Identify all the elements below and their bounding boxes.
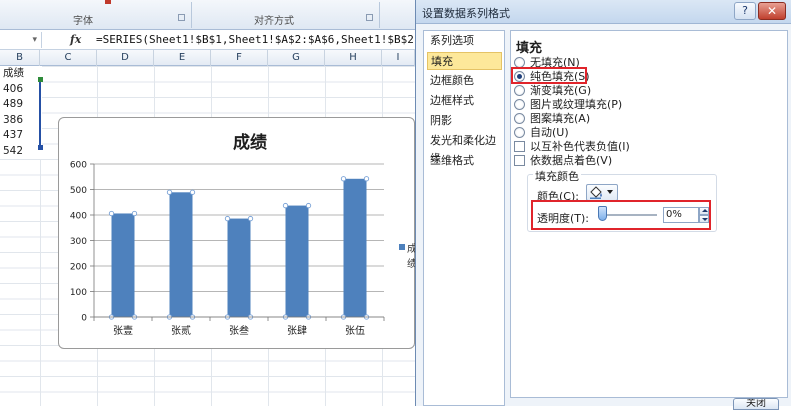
paint-bucket-icon [590,186,602,199]
radio-gradient-fill[interactable] [514,84,525,96]
close-dialog-button[interactable]: 关闭 [733,398,779,410]
y-tick-label: 300 [70,237,87,247]
column-header[interactable]: G [268,50,325,66]
column-header[interactable]: B [0,50,40,66]
column-header[interactable]: D [97,50,154,66]
nav-item-glow-soft-edges[interactable]: 发光和柔化边缘 [427,132,502,165]
chart-title[interactable]: 成绩 [190,128,310,153]
y-tick-label: 500 [70,186,87,196]
bar-selection-handle[interactable] [131,210,138,217]
x-tick-label: 张伍 [345,325,365,337]
alignment-group-label: 对齐方式 [254,16,294,27]
dialog-title: 设置数据系列格式 [422,7,510,20]
bar-selection-handle[interactable] [108,210,115,217]
y-tick-label: 200 [70,263,87,273]
dialog-titlebar[interactable]: 设置数据系列格式 ? ✕ [416,0,791,24]
column-header[interactable]: H [325,50,382,66]
x-tick-label: 张贰 [171,324,191,337]
dialog-nav-list: 系列选项 填充 边框颜色 边框样式 阴影 发光和柔化边缘 三维格式 [423,30,505,406]
option-gradient-fill[interactable]: 渐变填充(G) [514,83,591,97]
nav-item-fill[interactable]: 填充 [427,52,502,70]
x-axis: 张壹 张贰 张叁 张肆 张伍 [93,316,385,337]
legend-swatch[interactable] [399,244,405,250]
bar-selection-handle[interactable] [305,202,312,209]
insert-function-icon[interactable]: fx [70,32,81,48]
option-picture-fill[interactable]: 图片或纹理填充(P) [514,97,622,111]
option-automatic[interactable]: 自动(U) [514,125,569,139]
bar-selection-handle[interactable] [282,202,289,209]
radio-automatic[interactable] [514,126,525,138]
ribbon-color-mark [105,0,111,4]
bar-selection-handle[interactable] [363,176,370,182]
y-tick-label: 0 [81,314,87,324]
radio-no-fill[interactable] [514,56,525,68]
x-tick-label: 张肆 [287,325,307,337]
formula-bar: ▾ fx =SERIES(Sheet1!$B$1,Sheet1!$A$2:$A$… [0,30,415,50]
help-button[interactable]: ? [734,2,756,20]
series-range-highlight [0,80,41,148]
column-headers: B C D E F G H I [0,50,415,66]
bar-selection-handle[interactable] [247,215,254,222]
radio-pattern-fill[interactable] [514,112,525,124]
y-tick-label: 400 [70,212,87,222]
checkbox-vary-colors[interactable] [514,154,525,166]
font-group-label: 字体 [73,16,93,27]
alignment-group-launcher-icon[interactable] [366,14,373,21]
bar[interactable] [169,192,193,317]
column-header[interactable]: I [382,50,415,66]
bar[interactable] [111,213,135,317]
fill-color-legend: 填充颜色 [533,168,581,184]
y-tick-label: 600 [70,161,87,171]
bars[interactable] [108,176,370,320]
checkbox-invert-negative[interactable] [514,140,525,152]
ribbon-separator [191,2,192,28]
solid-fill-highlight [511,67,587,84]
chevron-down-icon[interactable] [607,190,613,194]
font-group-launcher-icon[interactable] [178,14,185,21]
formula-input[interactable]: =SERIES(Sheet1!$B$1,Sheet1!$A$2:$A$6,She… [96,32,414,48]
nav-item-shadow[interactable]: 阴影 [427,112,502,130]
bar-selection-handle[interactable] [224,215,231,222]
bar-selection-handle[interactable] [166,189,173,195]
column-header[interactable]: E [154,50,211,66]
column-header[interactable]: F [211,50,268,66]
legend-text[interactable]: 成绩 [407,240,415,270]
range-handle-bottom[interactable] [38,145,43,150]
bar[interactable] [343,178,367,317]
nav-item-3d-format[interactable]: 三维格式 [427,152,502,170]
ribbon-separator [379,2,380,28]
radio-picture-fill[interactable] [514,98,525,110]
close-icon[interactable]: ✕ [758,2,786,20]
x-tick-label: 张壹 [113,324,133,337]
option-invert-negative[interactable]: 以互补色代表负值(I) [514,139,630,153]
range-handle-top[interactable] [38,77,43,82]
nav-item-border-color[interactable]: 边框颜色 [427,72,502,90]
transparency-highlight [531,200,711,230]
option-label: 依数据点着色(V) [530,154,613,167]
bar-selection-handle[interactable] [340,176,347,182]
nav-item-border-style[interactable]: 边框样式 [427,92,502,110]
nav-item-series-options[interactable]: 系列选项 [427,32,502,50]
bar[interactable] [227,218,251,317]
name-box-dropdown-icon[interactable]: ▾ [0,32,42,48]
bar[interactable] [285,205,309,317]
option-pattern-fill[interactable]: 图案填充(A) [514,111,590,125]
y-tick-label: 100 [70,288,87,298]
column-header[interactable]: C [40,50,97,66]
bar-selection-handle[interactable] [189,189,196,195]
option-vary-colors[interactable]: 依数据点着色(V) [514,153,612,167]
x-tick-label: 张叁 [229,324,249,337]
